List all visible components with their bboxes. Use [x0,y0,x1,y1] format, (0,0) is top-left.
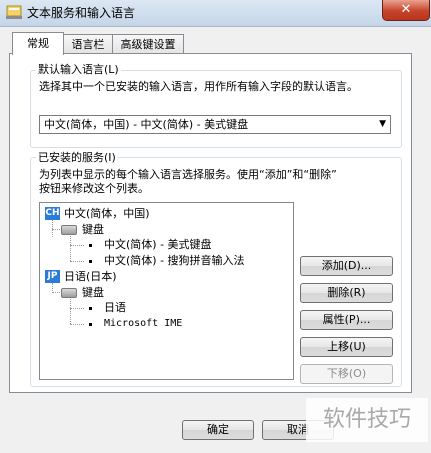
remove-button[interactable]: 删除(R) [300,283,393,303]
default-language-description: 选择其中一个已安装的输入语言，用作所有输入字段的默认语言。 [39,80,358,93]
service-name: 中文(简体) - 搜狗拼音输入法 [104,254,245,267]
window-title: 文本服务和输入语言 [27,6,136,20]
keyboard-icon [61,288,77,298]
dropdown-arrow-icon: ▼ [379,119,386,129]
installed-services-label: 已安装的服务(I) [36,151,118,165]
default-language-value: 中文(简体，中国) - 中文(简体) - 美式键盘 [44,118,249,131]
tree-connector [70,236,71,261]
keyboard-label: 键盘 [82,286,104,299]
watermark: 软件技巧 [306,398,428,442]
ok-button[interactable]: 确定 [182,420,254,440]
tree-item-keyboard-chinese[interactable]: 键盘 [61,222,261,237]
properties-button[interactable]: 属性(P)... [300,310,393,330]
tab-general[interactable]: 常规 [12,32,64,55]
add-button[interactable]: 添加(D)... [300,256,393,276]
tree-item-language-chinese[interactable]: CH 中文(简体，中国) [45,206,290,222]
tree-connector [52,292,60,293]
services-tree[interactable]: CH 中文(简体，中国) 键盘 中文(简体) - 美式键盘 中文(简体) - 搜… [39,202,294,380]
tree-item-service[interactable]: Microsoft IME [87,317,287,332]
tree-connector [70,308,84,309]
app-icon [6,5,22,19]
tree-item-keyboard-japanese[interactable]: 键盘 [61,285,261,300]
installed-services-description-line1: 为列表中显示的每个输入语言选择服务。使用“添加”和“删除” [39,168,337,181]
close-icon: ✕ [400,2,412,17]
tree-connector [52,229,60,230]
tree-connector [70,261,84,262]
tree-item-service[interactable]: 中文(简体) - 美式键盘 [87,238,287,253]
close-button[interactable]: ✕ [382,0,430,21]
tab-language-bar[interactable]: 语言栏 [63,34,113,54]
move-down-button[interactable]: 下移(O) [300,364,393,384]
service-name: Microsoft IME [104,318,183,329]
language-name: 中文(简体，中国) [64,207,150,220]
language-badge-icon: JP [45,270,60,283]
default-language-select[interactable]: 中文(简体，中国) - 中文(简体) - 美式键盘 ▼ [39,115,391,134]
bullet-icon [89,260,92,263]
language-badge-icon: CH [45,207,60,220]
tree-item-service[interactable]: 日语 [87,301,287,316]
keyboard-icon [61,225,77,235]
default-language-label: 默认输入语言(L) [36,63,121,77]
service-name: 日语 [104,301,126,314]
installed-services-description-line2: 按钮来修改这个列表。 [39,182,149,195]
bullet-icon [89,307,92,310]
move-up-button[interactable]: 上移(U) [300,337,393,357]
tab-advanced-key-settings[interactable]: 高级键设置 [112,34,184,54]
language-name: 日语(日本) [64,270,117,283]
bullet-icon [89,323,92,326]
service-name: 中文(简体) - 美式键盘 [104,238,212,251]
keyboard-label: 键盘 [82,223,104,236]
tree-connector [70,324,84,325]
tree-connector [70,245,84,246]
tree-item-service[interactable]: 中文(简体) - 搜狗拼音输入法 [87,254,287,269]
bullet-icon [89,244,92,247]
tree-item-language-japanese[interactable]: JP 日语(日本) [45,269,290,285]
tree-connector [70,299,71,324]
